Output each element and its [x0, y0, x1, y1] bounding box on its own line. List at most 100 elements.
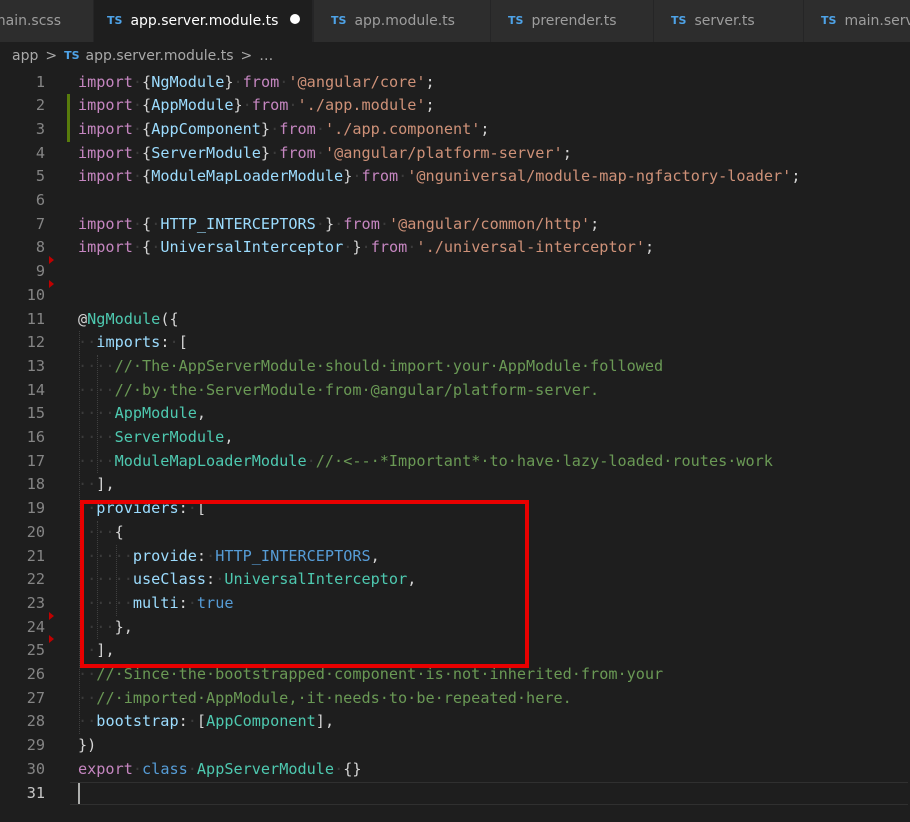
code-token: ·: [132, 72, 143, 91]
breadcrumb-symbols[interactable]: …: [259, 42, 273, 70]
code-line[interactable]: 3 import·{AppComponent}·from·'./app.compo…: [0, 117, 910, 142]
code-token: './app.component': [324, 119, 481, 138]
code-line[interactable]: 17 ····ModuleMapLoaderModule·//·<--·*Impo…: [0, 450, 910, 474]
modified-line-indicator: [67, 117, 70, 142]
code-token: ·: [306, 451, 316, 470]
code-token: ·: [151, 238, 161, 257]
code-token: ·: [242, 96, 252, 115]
code-token: ],: [96, 475, 115, 494]
line-number: 1: [35, 72, 45, 91]
code-token: AppComponent: [206, 712, 316, 731]
code-editor[interactable]: 1 import·{NgModule}·from·'@angular/core';…: [0, 70, 910, 822]
code-line[interactable]: 9: [0, 256, 910, 284]
line-number: 31: [26, 783, 45, 802]
code-token: ·: [132, 238, 143, 257]
modified-line-indicator: [67, 94, 70, 118]
code-token: ··: [78, 712, 97, 731]
code-line[interactable]: 16 ····ServerModule,: [0, 426, 910, 450]
line-number: 19: [26, 499, 45, 518]
line-number: 14: [26, 380, 45, 399]
code-token: import: [78, 167, 133, 186]
code-token: ServerModule: [151, 143, 261, 162]
code-line[interactable]: 2 import·{AppModule}·from·'./app.module';: [0, 94, 910, 118]
code-token: {: [142, 238, 152, 257]
code-line[interactable]: 13 ····//·The·AppServerModule·should·impo…: [0, 355, 910, 379]
code-line[interactable]: 5 import·{ModuleMapLoaderModule}·from·'@n…: [0, 165, 910, 189]
code-token: ·: [352, 167, 362, 186]
code-line[interactable]: 8 import·{·UniversalInterceptor·}·from·'.…: [0, 236, 910, 260]
code-token: import: [78, 72, 133, 91]
code-line[interactable]: 28 ··bootstrap:·[AppComponent],: [0, 710, 910, 734]
code-token: './universal-interceptor': [416, 238, 646, 257]
line-number: 22: [26, 570, 45, 589]
code-token: UniversalInterceptor: [160, 238, 344, 257]
code-token: ·: [270, 119, 280, 138]
editor-tab-bar: main.scss TS app.server.module.ts TS app.m…: [0, 0, 910, 42]
code-text: ··bootstrap:·[AppComponent],: [78, 710, 334, 734]
tab-main-server[interactable]: TS main.server.ts: [804, 0, 910, 42]
line-number: 29: [26, 736, 45, 755]
code-line[interactable]: 1 import·{NgModule}·from·'@angular/core';: [0, 71, 910, 95]
line-number: 7: [35, 214, 45, 233]
code-line[interactable]: 12 ··imports:·[: [0, 331, 910, 355]
code-token: ·: [270, 143, 280, 162]
breadcrumb: app > TS app.server.module.ts >…: [0, 42, 910, 70]
tab-app-server-module[interactable]: TS app.server.module.ts: [94, 0, 313, 42]
code-line[interactable]: 11 @NgModule({: [0, 308, 910, 332]
code-line[interactable]: 18 ··],: [0, 473, 910, 497]
ts-file-icon: TS: [821, 14, 837, 27]
code-token: ServerModule: [114, 428, 225, 446]
code-line[interactable]: 31: [0, 782, 910, 806]
code-token: AppServerModule: [196, 759, 335, 778]
line-number: 18: [26, 475, 45, 494]
line-number: 28: [26, 712, 45, 731]
breadcrumb-file[interactable]: app.server.module.ts: [86, 42, 234, 70]
gutter-marker-icon: [49, 611, 54, 620]
code-token: class: [142, 759, 188, 778]
line-number: 6: [35, 191, 45, 209]
code-token: ··: [78, 475, 97, 494]
code-token: import: [78, 119, 133, 138]
tab-server[interactable]: TS server.ts: [654, 0, 804, 42]
code-text: ····ServerModule,: [78, 426, 233, 450]
code-token: ·: [187, 759, 197, 778]
code-line[interactable]: 15 ····AppModule,: [0, 402, 910, 426]
code-token: AppModule: [151, 96, 234, 115]
code-token: ·: [288, 96, 298, 115]
code-line[interactable]: 29}): [0, 734, 910, 758]
code-line[interactable]: 7 import·{·HTTP_INTERCEPTORS·}·from·'@ang…: [0, 213, 910, 237]
line-number: 10: [26, 285, 45, 304]
gutter-marker-icon: [49, 635, 54, 644]
unsaved-dot-icon[interactable]: [290, 14, 301, 24]
code-line[interactable]: 10: [0, 279, 910, 308]
tab-app-module[interactable]: TS app.module.ts: [314, 0, 491, 42]
code-line[interactable]: 27 ··//·imported·AppModule,·it·needs·to·b…: [0, 687, 910, 711]
code-token: ·: [398, 167, 408, 186]
code-token: @: [78, 309, 88, 328]
ts-file-icon: TS: [331, 14, 347, 27]
line-number: 27: [26, 688, 45, 707]
code-token: ·: [132, 167, 143, 186]
tab-main-scss[interactable]: main.scss: [0, 0, 94, 42]
code-token: ··: [78, 688, 97, 707]
code-token: ····: [78, 356, 115, 375]
code-token: AppComponent: [151, 119, 261, 138]
code-token: ModuleMapLoaderModule: [151, 167, 344, 186]
code-token: '@angular/common/http': [389, 214, 591, 233]
line-number: 21: [26, 546, 45, 565]
code-token: ····: [78, 404, 115, 423]
code-line[interactable]: 30 export·class·AppServerModule·{}: [0, 758, 910, 782]
code-token: {: [142, 143, 152, 162]
code-line[interactable]: 4 import·{ServerModule}·from·'@angular/pl…: [0, 142, 910, 166]
code-token: ·: [334, 214, 344, 233]
code-token: from: [242, 72, 280, 91]
ts-file-icon: TS: [64, 49, 80, 62]
code-line[interactable]: 14 ····//·by·the·ServerModule·from·@angul…: [0, 379, 910, 403]
tab-prerender[interactable]: TS prerender.ts: [491, 0, 654, 42]
code-line[interactable]: 6: [0, 189, 910, 213]
code-token: ·: [315, 143, 325, 162]
breadcrumb-folder[interactable]: app: [12, 42, 38, 70]
line-number: 5: [35, 167, 45, 186]
code-token: ····: [78, 428, 115, 446]
line-number: 4: [35, 143, 45, 162]
